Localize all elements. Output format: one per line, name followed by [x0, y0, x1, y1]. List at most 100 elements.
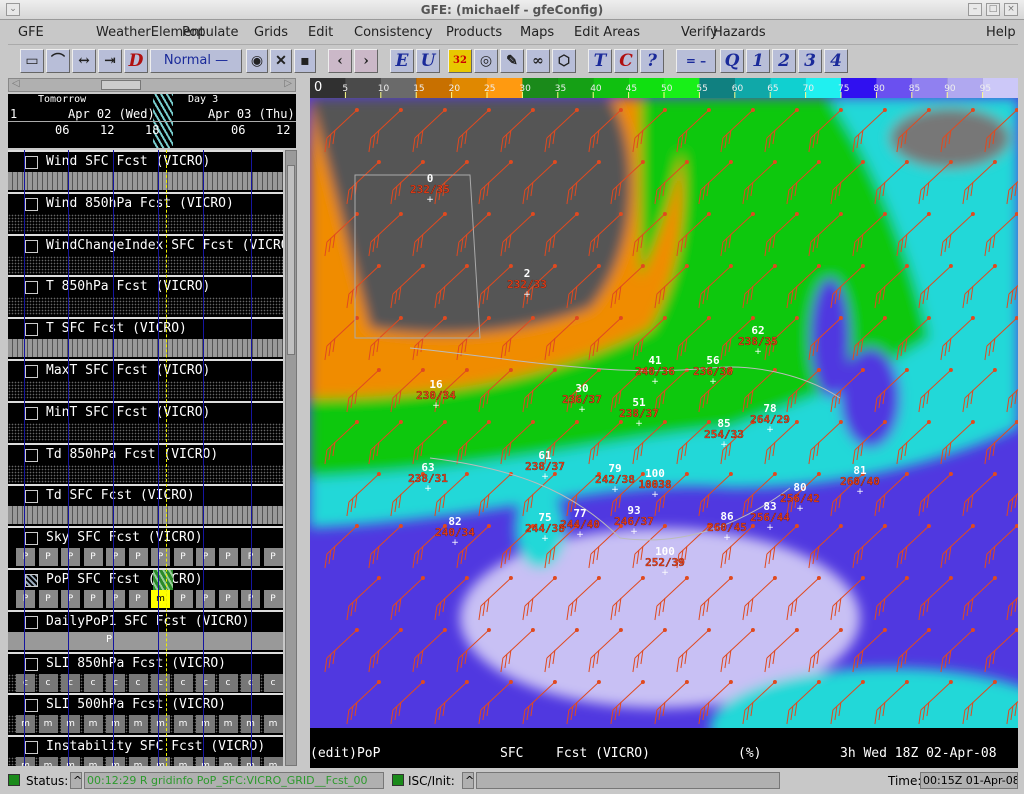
menu-hazards[interactable]: Hazards — [713, 25, 766, 40]
grid-checkbox[interactable] — [25, 281, 38, 295]
grid-cell[interactable]: P — [106, 590, 125, 608]
grid-cell[interactable]: c — [106, 673, 125, 692]
grid-cell[interactable]: c — [218, 673, 238, 692]
scroll-left-icon[interactable]: ◁ — [12, 78, 20, 89]
grid-cell[interactable]: m — [16, 757, 35, 766]
menu-maps[interactable]: Maps — [520, 25, 554, 40]
grid-cell[interactable]: P — [173, 590, 193, 608]
save-icon[interactable]: ▪ — [294, 49, 316, 73]
target-icon[interactable]: ◎ — [474, 49, 498, 73]
grid-cell[interactable]: m — [218, 715, 238, 734]
grid-cell[interactable]: P — [16, 548, 35, 567]
toolbar-button-?[interactable]: ? — [640, 49, 664, 73]
grid-cell[interactable]: P — [263, 590, 283, 608]
minimize-icon[interactable]: – — [968, 3, 982, 16]
grid-checkbox[interactable] — [25, 448, 38, 462]
grid-checkbox[interactable] — [25, 615, 38, 629]
grid-cell[interactable]: m — [38, 757, 58, 766]
scroll-thumb[interactable] — [101, 80, 141, 90]
next-icon[interactable]: › — [354, 49, 378, 73]
grid-cell[interactable]: m — [38, 715, 58, 734]
grid-timebar[interactable] — [8, 422, 283, 441]
grid-vertical-scrollbar[interactable] — [285, 150, 297, 766]
menu-gfe[interactable]: GFE — [18, 25, 44, 40]
shape-icon[interactable]: ⬡ — [552, 49, 576, 73]
grid-cell[interactable]: m — [16, 715, 35, 734]
grid-timebar[interactable] — [8, 381, 283, 399]
grid-cell[interactable]: m — [83, 715, 103, 734]
grid-row[interactable]: T 850hPa Fcst (VICRO) — [8, 275, 283, 318]
menu-consistency[interactable]: Consistency — [354, 25, 433, 40]
map-edit-icon[interactable]: ✕ — [270, 49, 292, 73]
toolbar-button-T[interactable]: T — [588, 49, 612, 73]
grid-checkbox[interactable] — [25, 156, 38, 169]
toolbar-button-minus[interactable]: = – — [676, 49, 716, 73]
menu-help[interactable]: Help — [986, 25, 1016, 40]
grid-cell[interactable]: P — [38, 590, 58, 608]
pencil-icon[interactable]: ✎ — [500, 49, 524, 73]
menu-populate[interactable]: Populate — [182, 25, 239, 40]
grid-cell[interactable]: P — [61, 590, 80, 608]
eye-icon[interactable]: ◉ — [246, 49, 268, 73]
grid-cell[interactable]: c — [128, 673, 148, 692]
grid-timebar[interactable]: mmmmmmmmmmmm — [8, 715, 283, 734]
menu-edit[interactable]: Edit — [308, 25, 333, 40]
grid-checkbox[interactable] — [25, 699, 38, 713]
grid-row[interactable]: PoP SFC Fcst (VICRO) PPPPPPmPPPPP — [8, 568, 283, 610]
grid-cell[interactable]: c — [61, 673, 80, 692]
grid-cell[interactable]: c — [151, 673, 170, 692]
edit-mode-select[interactable]: Normal — — [150, 49, 242, 73]
grid-cell[interactable]: P — [83, 590, 103, 608]
grid-row[interactable]: DailyPoP1 SFC Fcst (VICRO) P — [8, 609, 283, 652]
scroll-thumb[interactable] — [287, 165, 295, 355]
grid-cell[interactable]: P — [16, 590, 35, 608]
grid-cell[interactable]: P — [196, 548, 215, 567]
grid-cell[interactable]: P — [128, 548, 148, 567]
grid-timebar[interactable] — [8, 339, 283, 358]
menu-grids[interactable]: Grids — [254, 25, 288, 40]
grid-checkbox[interactable] — [25, 574, 38, 587]
grid-cell[interactable]: m — [196, 715, 215, 734]
toolbar-button-3[interactable]: 3 — [798, 49, 822, 73]
grid-cell[interactable]: P — [196, 590, 215, 608]
grid-cell[interactable]: m — [128, 757, 148, 766]
grid-timebar[interactable]: cccccccccccc — [8, 673, 283, 692]
grid-cell[interactable]: P — [38, 548, 58, 567]
grid-cell[interactable]: c — [196, 673, 215, 692]
grid-checkbox[interactable] — [25, 323, 38, 337]
grid-cell[interactable]: P — [218, 590, 238, 608]
link-icon[interactable]: ∞ — [526, 49, 550, 73]
color-bar[interactable]: 0 5 10 15 20 25 30 35 40 45 50 55 60 65 70 75 80 85 90 95 — [310, 78, 1018, 98]
grid-timebar[interactable] — [8, 213, 283, 232]
grid-cell[interactable]: m — [151, 757, 170, 766]
grid-cell[interactable]: m — [61, 715, 80, 734]
grid-checkbox[interactable] — [25, 406, 38, 420]
spatial-editor[interactable]: 0 5 10 15 20 25 30 35 40 45 50 55 60 65 70 75 80 85 90 95 0… — [310, 78, 1018, 768]
toolbar-button-U[interactable]: U — [416, 49, 440, 73]
status-history-button[interactable]: ^ — [70, 772, 82, 789]
grid-cell[interactable]: P — [173, 548, 193, 567]
toolbar-button-32[interactable]: 32 — [448, 49, 472, 73]
close-icon[interactable]: × — [1004, 3, 1018, 16]
grid-cell[interactable]: m — [106, 757, 125, 766]
grid-checkbox[interactable] — [25, 657, 38, 671]
timeline[interactable]: Tomorrow Day 3 1 Apr 02 (Wed) Apr 03 (Th… — [8, 94, 296, 148]
grid-timebar[interactable] — [8, 172, 283, 190]
grid-cell[interactable]: P — [106, 548, 125, 567]
grid-cell[interactable]: m — [128, 715, 148, 734]
grid-timebar[interactable]: PPPPPPmPPPPP — [8, 590, 283, 608]
scroll-right-icon[interactable]: ▷ — [284, 78, 292, 89]
grid-timebar[interactable] — [8, 506, 283, 525]
grid-cell[interactable]: c — [38, 673, 58, 692]
grid-cell[interactable]: m — [196, 757, 215, 766]
grid-cell[interactable]: c — [173, 673, 193, 692]
grid-row[interactable]: T SFC Fcst (VICRO) — [8, 317, 283, 360]
grid-row[interactable]: SLI 850hPa Fcst (VICRO) cccccccccccc — [8, 651, 283, 694]
grid-cell[interactable]: m — [218, 757, 238, 766]
isc-history-button[interactable]: ^ — [462, 772, 474, 789]
toolbar-button-4[interactable]: 4 — [824, 49, 848, 73]
grid-cell[interactable]: m — [173, 757, 193, 766]
grid-cell[interactable]: c — [16, 673, 35, 692]
grid-cell[interactable]: P — [83, 548, 103, 567]
grid-row[interactable]: Instability SFC Fcst (VICRO) mmmmmmmmmmmm — [8, 735, 283, 766]
